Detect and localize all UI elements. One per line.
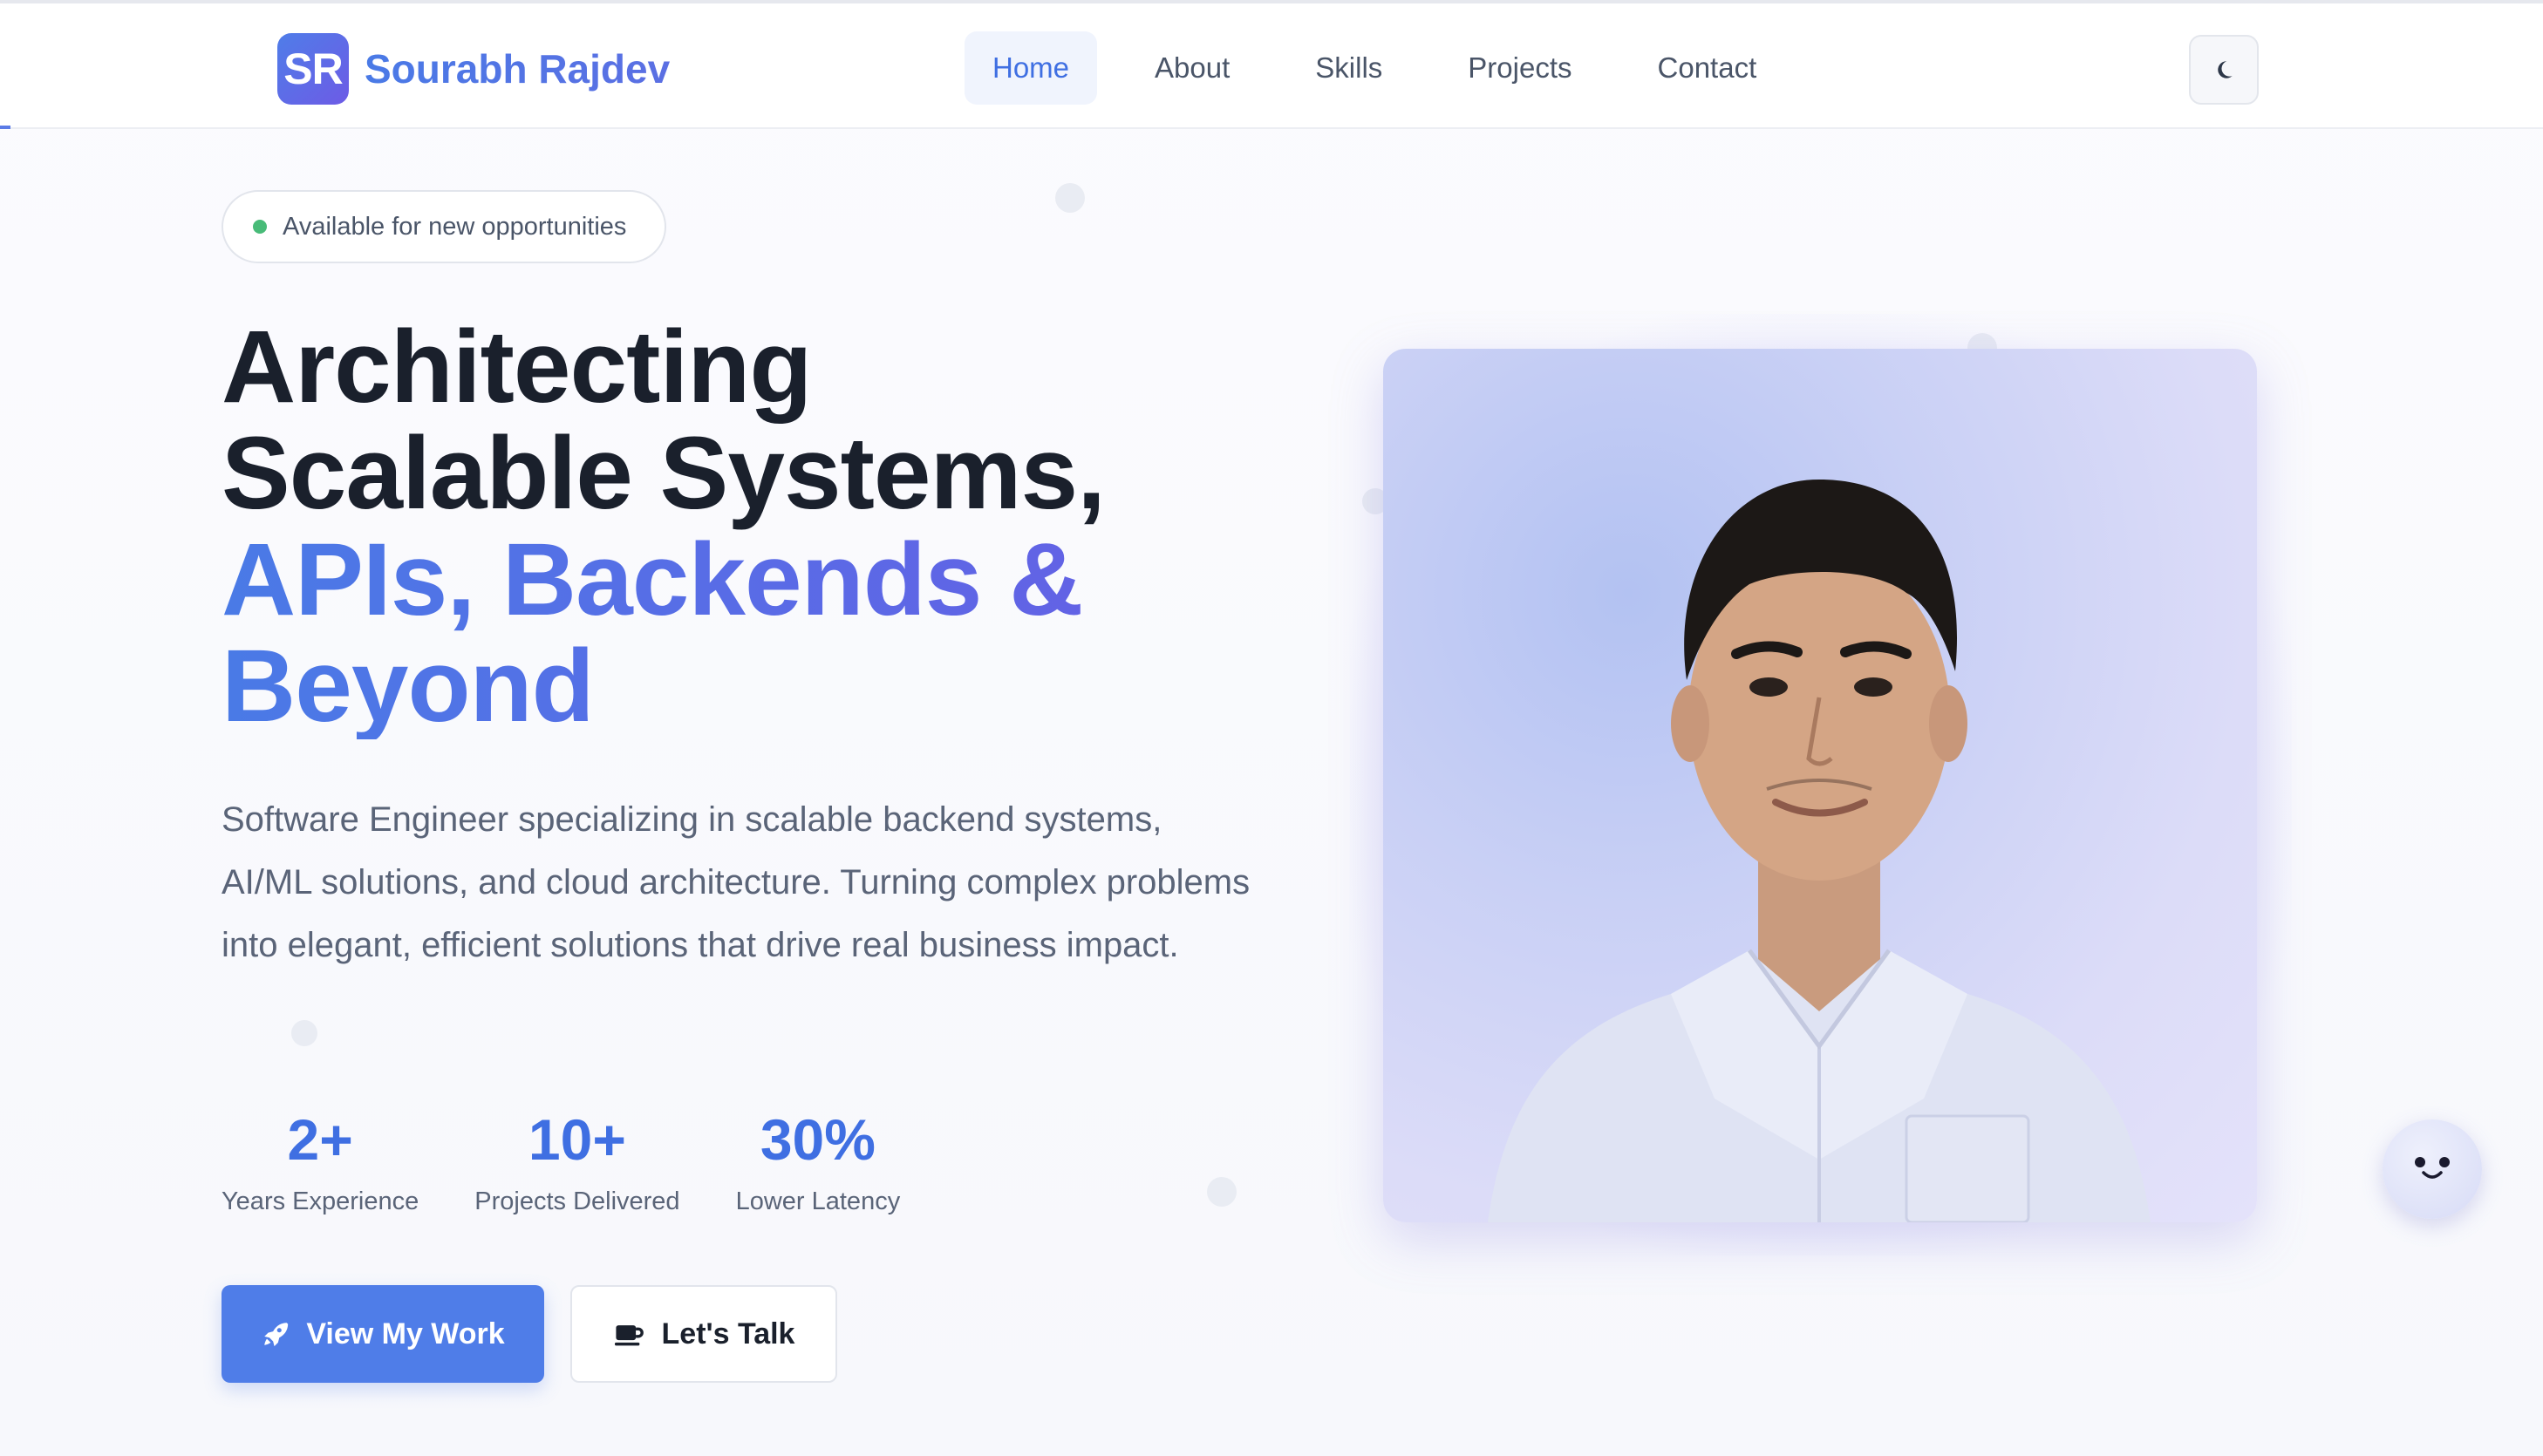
brand-logo: SR [277, 33, 349, 105]
stat-experience: 2+ Years Experience [222, 1100, 419, 1216]
stat-label: Lower Latency [735, 1187, 901, 1215]
nav-link-skills[interactable]: Skills [1287, 31, 1410, 105]
nav-links: Home About Skills Projects Contact [965, 31, 1814, 105]
nav-link-contact[interactable]: Contact [1630, 31, 1785, 105]
headline-line: Scalable Systems, [222, 416, 1106, 531]
nav-link-projects[interactable]: Projects [1440, 31, 1599, 105]
profile-photo [1383, 349, 2257, 1222]
brand-link[interactable]: SR Sourabh Rajdev [277, 33, 670, 105]
headline-line-accent: APIs, Backends & [222, 527, 1355, 633]
stat-projects: 10+ Projects Delivered [474, 1100, 679, 1216]
decorative-dot [291, 1020, 317, 1046]
view-my-work-label: View My Work [306, 1317, 505, 1351]
headline-line: Architecting [222, 310, 812, 425]
smile-icon [2415, 1157, 2450, 1179]
headline-line-accent: Beyond [222, 633, 1355, 739]
person-portrait-illustration [1488, 480, 2151, 1222]
navbar: SR Sourabh Rajdev Home About Skills Proj… [0, 0, 2543, 129]
moon-icon [2218, 61, 2233, 78]
decorative-dot [1207, 1177, 1237, 1207]
nav-link-home[interactable]: Home [965, 31, 1098, 105]
view-my-work-button[interactable]: View My Work [222, 1285, 544, 1383]
brand-name: Sourabh Rajdev [365, 46, 671, 92]
chat-assistant-button[interactable] [2383, 1119, 2482, 1219]
availability-text: Available for new opportunities [283, 212, 627, 241]
stat-label: Projects Delivered [474, 1187, 680, 1215]
lets-talk-button[interactable]: Let's Talk [570, 1285, 837, 1383]
hero-headline: Architecting Scalable Systems, APIs, Bac… [222, 314, 1355, 739]
page: SR Sourabh Rajdev Home About Skills Proj… [0, 0, 2543, 1456]
availability-badge: Available for new opportunities [222, 190, 666, 263]
stat-value: 2+ [287, 1107, 353, 1172]
stat-value: 30% [760, 1107, 876, 1172]
coffee-icon [613, 1319, 646, 1349]
theme-toggle-button[interactable] [2189, 35, 2259, 105]
lets-talk-label: Let's Talk [661, 1317, 795, 1351]
stat-value: 10+ [528, 1107, 626, 1172]
stat-label: Years Experience [222, 1187, 419, 1215]
rocket-icon [261, 1319, 290, 1349]
status-dot [253, 220, 267, 234]
nav-link-about[interactable]: About [1127, 31, 1258, 105]
hero-description: Software Engineer specializing in scalab… [222, 800, 1251, 964]
stat-latency: 30% Lower Latency [736, 1100, 901, 1216]
decorative-dot [1055, 183, 1085, 213]
stats-row: 2+ Years Experience 10+ Projects Deliver… [222, 1100, 956, 1216]
scroll-progress-bar [0, 126, 10, 129]
